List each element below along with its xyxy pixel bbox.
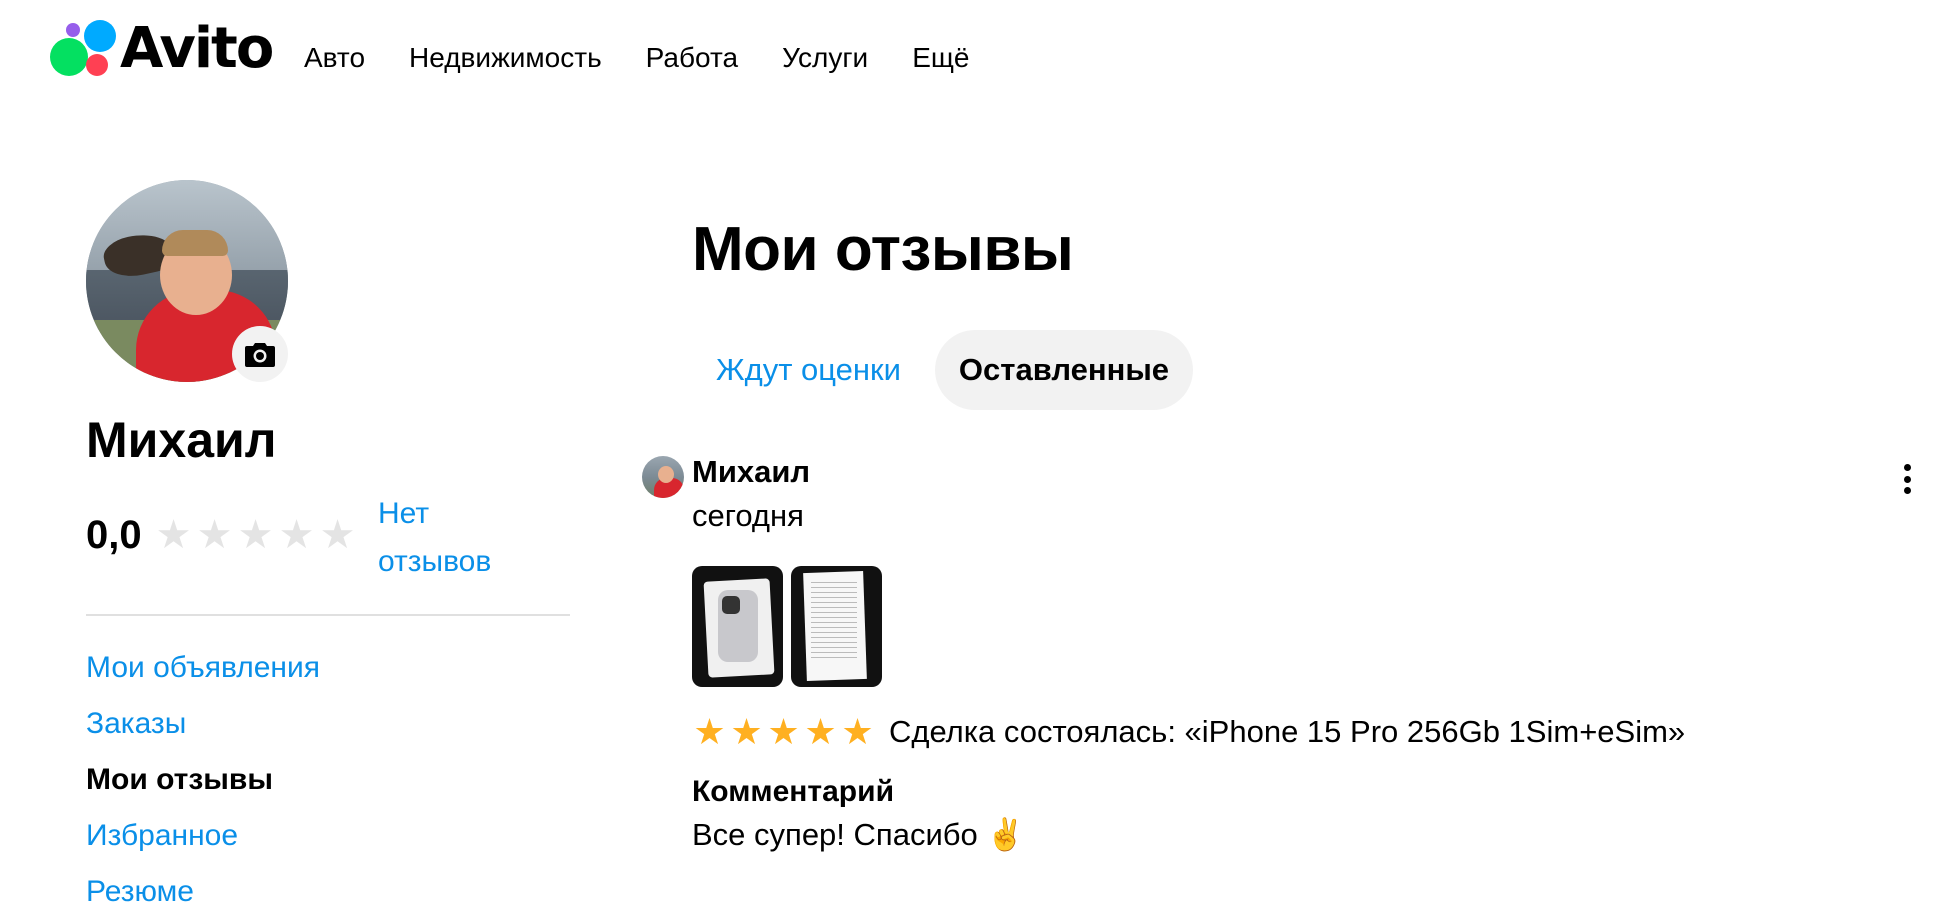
logo-dots-icon [50,18,118,80]
rating-stars: ★ ★ ★ ★ ★ [155,513,356,557]
review-author-name: Михаил [692,454,811,489]
review-stars: ★ ★ ★ ★ ★ [692,714,875,750]
profile-avatar-block [86,180,288,382]
avito-logo[interactable]: Avito [50,16,274,81]
comment-heading: Комментарий [692,775,895,808]
tab-left-reviews[interactable]: Оставленные [934,330,1194,410]
review-date: сегодня [692,498,804,533]
star-empty-icon: ★ [196,513,233,557]
review-card: Михаил сегодня ★ ★ ★ ★ ★ Сделка состояла… [642,450,1912,870]
tab-awaiting-rating[interactable]: Ждут оценки [692,330,925,410]
star-filled-icon: ★ [693,711,726,752]
sidebar-item-my-reviews[interactable]: Мои отзывы [86,752,320,808]
sidebar-menu: Мои объявления Заказы Мои отзывы Избранн… [86,640,320,920]
review-photo-thumbnail[interactable] [791,566,882,687]
star-empty-icon: ★ [155,513,192,557]
camera-icon [245,343,275,367]
review-rating-row: ★ ★ ★ ★ ★ Сделка состоялась: «iPhone 15 … [692,712,1685,752]
star-filled-icon: ★ [841,711,874,752]
top-header: Avito Авто Недвижимость Работа Услуги Ещ… [0,0,1938,110]
star-filled-icon: ★ [767,711,800,752]
main-nav: Авто Недвижимость Работа Услуги Ещё [304,40,1013,76]
page-title: Мои отзывы [692,215,1074,284]
nav-item-services[interactable]: Услуги [782,40,868,76]
nav-item-realty[interactable]: Недвижимость [409,40,602,76]
comment-text: Все супер! Спасибо ✌️ [692,817,1025,852]
deal-description: Сделка состоялась: «iPhone 15 Pro 256Gb … [889,714,1686,749]
star-empty-icon: ★ [278,513,315,557]
sidebar-item-favorites[interactable]: Избранное [86,808,320,864]
profile-name: Михаил [86,412,277,468]
star-empty-icon: ★ [319,513,356,557]
nav-item-jobs[interactable]: Работа [646,40,738,76]
nav-item-auto[interactable]: Авто [304,40,365,76]
star-filled-icon: ★ [804,711,837,752]
logo-text: Avito [120,16,274,81]
review-photos [692,566,882,687]
more-vertical-icon[interactable] [1902,464,1912,494]
profile-rating: 0,0 ★ ★ ★ ★ ★ [86,505,355,565]
nav-item-more[interactable]: Ещё [912,40,969,76]
change-photo-button[interactable] [232,326,288,382]
reviews-tabs: Ждут оценки Оставленные [692,330,1194,410]
sidebar-divider [86,614,570,616]
no-reviews-link[interactable]: Нет отзывов [378,490,538,586]
star-empty-icon: ★ [237,513,274,557]
sidebar-item-my-ads[interactable]: Мои объявления [86,640,320,696]
rating-value: 0,0 [86,513,142,557]
sidebar-item-orders[interactable]: Заказы [86,696,320,752]
sidebar-item-resume[interactable]: Резюме [86,864,320,920]
review-author-avatar[interactable] [642,456,684,498]
review-photo-thumbnail[interactable] [692,566,783,687]
star-filled-icon: ★ [730,711,763,752]
